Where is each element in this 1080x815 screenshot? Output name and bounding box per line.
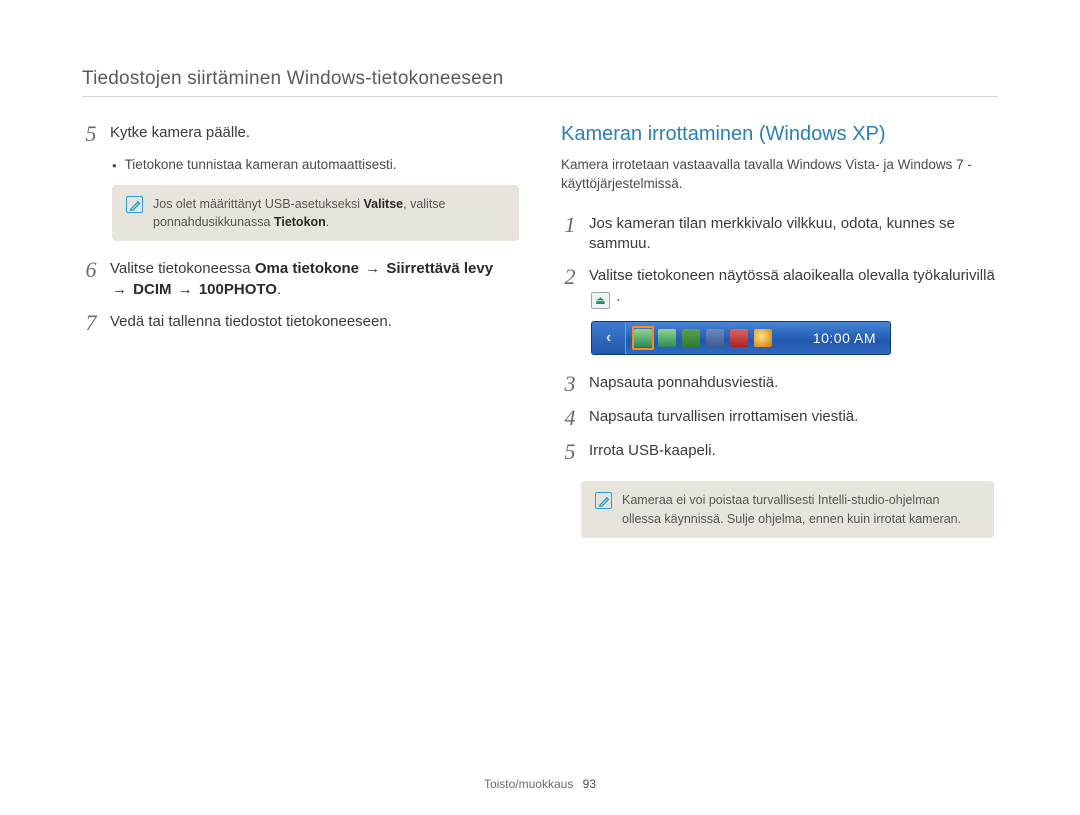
step-number: 5 <box>82 123 100 145</box>
note-text: Kameraa ei voi poistaa turvallisesti Int… <box>622 491 980 527</box>
left-column: 5 Kytke kamera päälle. • Tietokone tunni… <box>82 123 519 556</box>
shield-ok-icon <box>682 329 700 347</box>
step-text: Valitse tietokoneen näytössä alaoikealla… <box>589 266 998 309</box>
step-number: 6 <box>82 259 100 281</box>
bullet-text: Tietokone tunnistaa kameran automaattise… <box>125 157 397 172</box>
step-number: 1 <box>561 214 579 236</box>
step-7: 7 Vedä tai tallenna tiedostot tietokonee… <box>82 312 519 334</box>
footer-page-number: 93 <box>583 777 596 791</box>
step-number: 2 <box>561 266 579 288</box>
sub-bullet: • Tietokone tunnistaa kameran automaatti… <box>112 157 519 175</box>
step-2: 2 Valitse tietokoneen näytössä alaoikeal… <box>561 266 998 309</box>
footer-section-label: Toisto/muokkaus <box>484 777 573 791</box>
step-6: 6 Valitse tietokoneessa Oma tietokone → … <box>82 259 519 300</box>
safely-remove-hardware-icon: ⏏ <box>591 292 610 309</box>
page-topic: Tiedostojen siirtäminen Windows-tietokon… <box>82 68 998 90</box>
step-text: Valitse tietokoneessa Oma tietokone → Si… <box>110 259 493 300</box>
arrow-icon: → <box>363 260 382 277</box>
note-text: Jos olet määrittänyt USB-asetukseksi Val… <box>153 195 505 231</box>
step-5r: 5 Irrota USB-kaapeli. <box>561 441 998 463</box>
tray-expand-chevron-icon: ‹ <box>592 322 626 354</box>
step-text: Kytke kamera päälle. <box>110 123 250 143</box>
step-text: Vedä tai tallenna tiedostot tietokoneese… <box>110 312 392 332</box>
bullet-dot-icon: • <box>112 157 117 175</box>
step-5: 5 Kytke kamera päälle. <box>82 123 519 145</box>
step-number: 7 <box>82 312 100 334</box>
network-icon <box>706 329 724 347</box>
system-tray <box>626 322 780 354</box>
step-4: 4 Napsauta turvallisen irrottamisen vies… <box>561 407 998 429</box>
arrow-icon: → <box>110 281 129 298</box>
two-column-layout: 5 Kytke kamera päälle. • Tietokone tunni… <box>82 123 998 556</box>
volume-icon <box>730 329 748 347</box>
info-note-box: Jos olet määrittänyt USB-asetukseksi Val… <box>112 185 519 241</box>
page-footer: Toisto/muokkaus 93 <box>0 777 1080 791</box>
step-text: Irrota USB-kaapeli. <box>589 441 716 461</box>
windows-taskbar: ‹ 10:00 AM <box>591 321 891 355</box>
step-text: Napsauta turvallisen irrottamisen viesti… <box>589 407 858 427</box>
step-number: 5 <box>561 441 579 463</box>
step-text: Jos kameran tilan merkkivalo vilkkuu, od… <box>589 214 998 255</box>
step-text: Napsauta ponnahdusviestiä. <box>589 373 778 393</box>
manual-page: Tiedostojen siirtäminen Windows-tietokon… <box>0 0 1080 815</box>
info-note-box: Kameraa ei voi poistaa turvallisesti Int… <box>581 481 994 537</box>
safely-remove-icon <box>634 329 652 347</box>
section-heading: Kameran irrottaminen (Windows XP) <box>561 123 998 146</box>
step-3: 3 Napsauta ponnahdusviestiä. <box>561 373 998 395</box>
note-icon <box>595 492 612 509</box>
device-icon <box>658 329 676 347</box>
note-icon <box>126 196 143 213</box>
section-intro: Kamera irrotetaan vastaavalla tavalla Wi… <box>561 156 998 194</box>
arrow-icon: → <box>176 281 195 298</box>
taskbar-clock: 10:00 AM <box>813 330 890 346</box>
taskbar-figure: ‹ 10:00 AM <box>591 321 998 355</box>
step-1: 1 Jos kameran tilan merkkivalo vilkkuu, … <box>561 214 998 255</box>
update-icon <box>754 329 772 347</box>
step-number: 4 <box>561 407 579 429</box>
right-column: Kameran irrottaminen (Windows XP) Kamera… <box>561 123 998 556</box>
step-number: 3 <box>561 373 579 395</box>
horizontal-rule <box>82 96 998 97</box>
